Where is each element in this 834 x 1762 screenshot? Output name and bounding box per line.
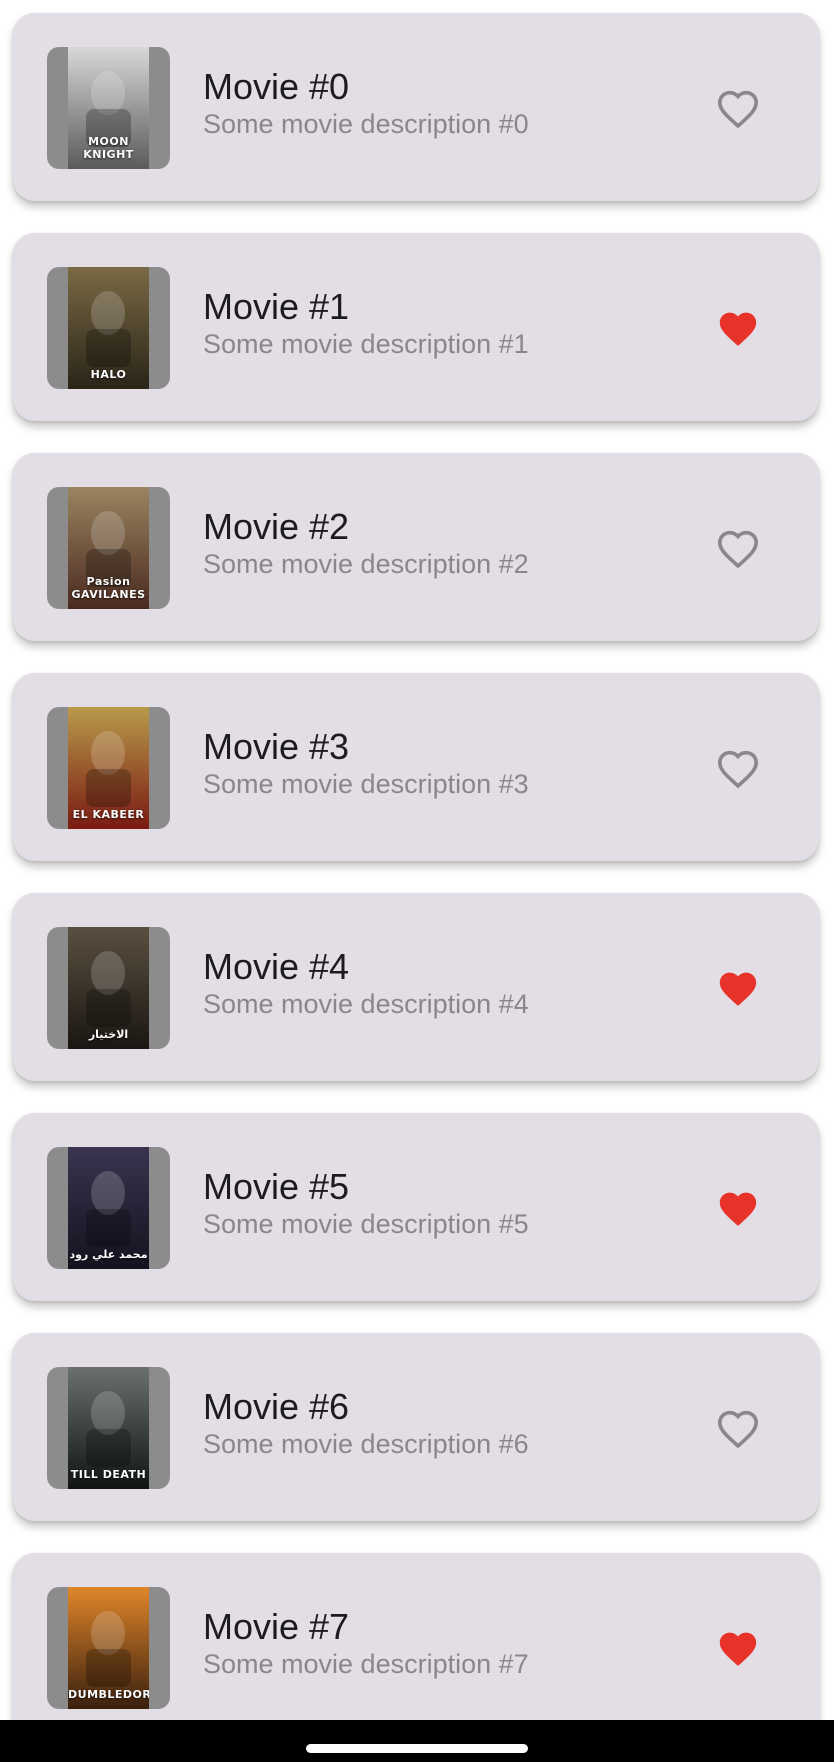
heart-outline-icon — [717, 750, 759, 789]
heart-filled-icon — [719, 312, 757, 346]
movie-description: Some movie description #7 — [203, 1649, 529, 1679]
heart-filled-icon — [719, 1632, 757, 1666]
movie-card-3[interactable]: EL KABEER Movie #3 Some movie descriptio… — [13, 673, 819, 861]
movie-card-7[interactable]: DUMBLEDORE Movie #7 Some movie descripti… — [13, 1553, 819, 1741]
heart-outline-icon — [717, 90, 759, 129]
movie-card-1[interactable]: HALO Movie #1 Some movie description #1 — [13, 233, 819, 421]
heart-filled-icon — [719, 972, 757, 1006]
movie-title: Movie #1 — [203, 286, 350, 327]
movie-card-0[interactable]: MOON KNIGHT Movie #0 Some movie descript… — [13, 13, 819, 201]
home-gesture-handle[interactable] — [306, 1744, 528, 1753]
favorite-button[interactable] — [716, 749, 760, 789]
movie-thumbnail: محمد علي رود — [47, 1147, 170, 1269]
favorite-button[interactable] — [716, 969, 760, 1009]
movie-card-4[interactable]: الاختيار Movie #4 Some movie description… — [13, 893, 819, 1081]
movie-poster: الاختيار — [68, 927, 149, 1049]
favorite-button[interactable] — [716, 1409, 760, 1449]
movie-title: Movie #3 — [203, 726, 350, 767]
system-navigation-bar — [0, 1720, 834, 1762]
movie-title: Movie #2 — [203, 506, 350, 547]
movie-poster: HALO — [68, 267, 149, 389]
poster-caption: HALO — [90, 368, 127, 381]
movie-poster: محمد علي رود — [68, 1147, 149, 1269]
movie-description: Some movie description #6 — [203, 1429, 529, 1459]
movie-card-2[interactable]: Pasion GAVILANES Movie #2 Some movie des… — [13, 453, 819, 641]
movie-description: Some movie description #4 — [203, 989, 529, 1019]
movie-description: Some movie description #1 — [203, 329, 529, 359]
heart-outline-icon — [717, 1410, 759, 1449]
movie-card-6[interactable]: TILL DEATH Movie #6 Some movie descripti… — [13, 1333, 819, 1521]
movie-poster: Pasion GAVILANES — [68, 487, 149, 609]
movie-description: Some movie description #5 — [203, 1209, 529, 1239]
movie-thumbnail: DUMBLEDORE — [47, 1587, 170, 1709]
heart-filled-icon — [719, 1192, 757, 1226]
poster-caption: الاختيار — [88, 1028, 129, 1041]
poster-caption: MOON KNIGHT — [83, 135, 134, 161]
poster-caption: Pasion GAVILANES — [71, 575, 146, 601]
movie-title: Movie #6 — [203, 1386, 350, 1427]
movie-poster: MOON KNIGHT — [68, 47, 149, 169]
movie-poster: DUMBLEDORE — [68, 1587, 149, 1709]
favorite-button[interactable] — [716, 89, 760, 129]
poster-caption: EL KABEER — [72, 808, 145, 821]
movie-thumbnail: EL KABEER — [47, 707, 170, 829]
movie-description: Some movie description #3 — [203, 769, 529, 799]
movie-title: Movie #0 — [203, 66, 350, 107]
favorite-button[interactable] — [716, 1189, 760, 1229]
movie-card-5[interactable]: محمد علي رود Movie #5 Some movie descrip… — [13, 1113, 819, 1301]
favorite-button[interactable] — [716, 1629, 760, 1669]
movie-description: Some movie description #0 — [203, 109, 529, 139]
movie-thumbnail: TILL DEATH — [47, 1367, 170, 1489]
movie-description: Some movie description #2 — [203, 549, 529, 579]
poster-caption: TILL DEATH — [70, 1468, 147, 1481]
movie-title: Movie #5 — [203, 1166, 350, 1207]
movie-title: Movie #4 — [203, 946, 350, 987]
heart-outline-icon — [717, 530, 759, 569]
movie-title: Movie #7 — [203, 1606, 350, 1647]
favorite-button[interactable] — [716, 529, 760, 569]
movie-thumbnail: Pasion GAVILANES — [47, 487, 170, 609]
movie-thumbnail: HALO — [47, 267, 170, 389]
movie-thumbnail: الاختيار — [47, 927, 170, 1049]
movie-poster: EL KABEER — [68, 707, 149, 829]
movie-list-screen: MOON KNIGHT Movie #0 Some movie descript… — [0, 0, 834, 1762]
poster-caption: DUMBLEDORE — [68, 1688, 149, 1701]
favorite-button[interactable] — [716, 309, 760, 349]
poster-caption: محمد علي رود — [69, 1248, 148, 1261]
movie-poster: TILL DEATH — [68, 1367, 149, 1489]
movie-thumbnail: MOON KNIGHT — [47, 47, 170, 169]
